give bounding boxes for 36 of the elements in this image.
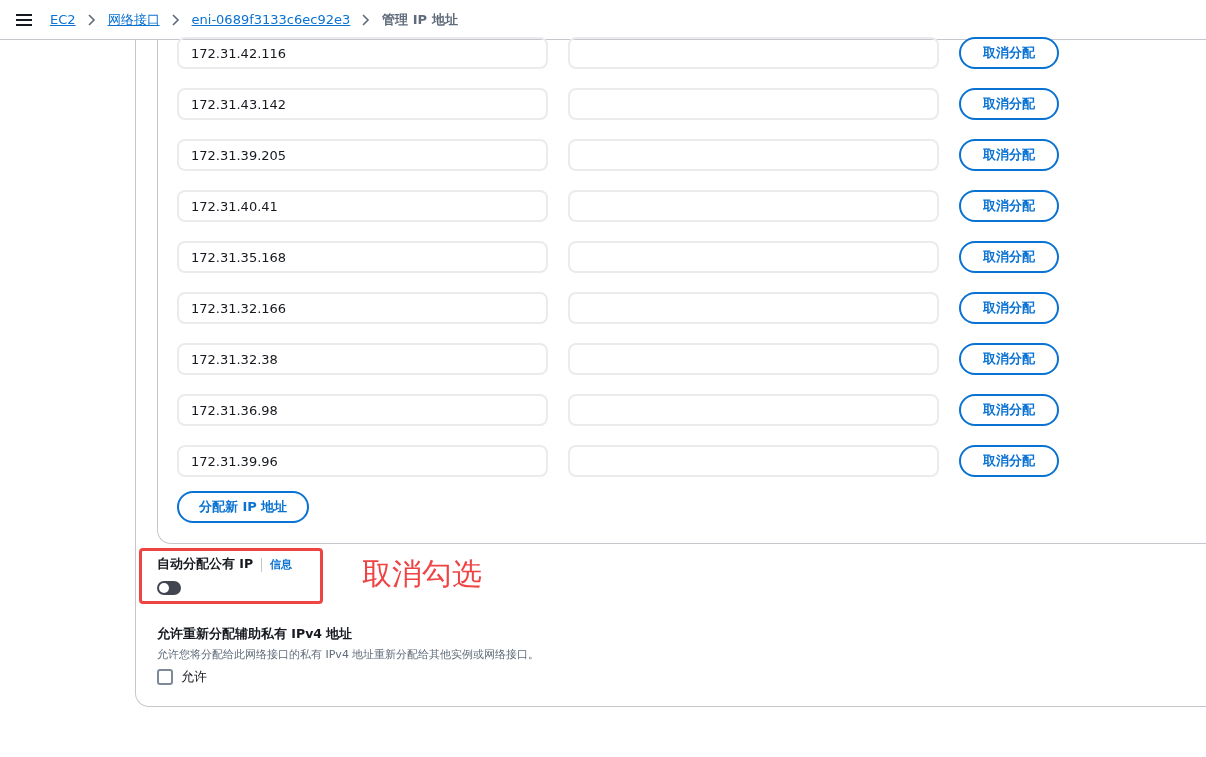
annotation-text: 取消勾选	[362, 555, 482, 593]
unassign-button[interactable]: 取消分配	[959, 139, 1059, 171]
unassign-button[interactable]: 取消分配	[959, 241, 1059, 273]
checkbox-label: 允许	[181, 668, 207, 686]
field-label: 允许重新分配辅助私有 IPv4 地址	[157, 626, 354, 643]
toggle-switch[interactable]	[157, 581, 181, 595]
breadcrumb-link[interactable]: EC2	[50, 12, 76, 27]
chevron-icon	[362, 13, 371, 26]
unassign-button[interactable]: 取消分配	[959, 343, 1059, 375]
ip-address-field[interactable]: 172.31.43.142	[177, 88, 548, 120]
unassign-button[interactable]: 取消分配	[959, 88, 1059, 120]
unassign-button[interactable]: 取消分配	[959, 190, 1059, 222]
ip-address-field[interactable]: 172.31.39.96	[177, 445, 548, 477]
unassign-button[interactable]: 取消分配	[959, 37, 1059, 69]
ip-address-field[interactable]: 172.31.35.168	[177, 241, 548, 273]
field-label: 自动分配公有 IP	[157, 556, 254, 573]
unassign-button[interactable]: 取消分配	[959, 292, 1059, 324]
assign-ip-button[interactable]: 分配新 IP 地址	[177, 491, 310, 523]
unassign-button[interactable]: 取消分配	[959, 445, 1059, 477]
ip-address-field[interactable]: 172.31.42.116	[177, 37, 548, 69]
breadcrumb-link[interactable]: eni-0689f3133c6ec92e3	[191, 12, 351, 27]
checkbox[interactable]	[157, 669, 173, 685]
ip-address-field[interactable]: 172.31.40.41	[177, 190, 548, 222]
ip-address-field[interactable]: 172.31.39.205	[177, 139, 548, 171]
menu-icon[interactable]	[16, 13, 32, 26]
breadcrumb-link[interactable]: 网络接口	[107, 10, 160, 29]
breadcrumb-current: 管理 IP 地址	[382, 10, 458, 29]
input-field[interactable]	[568, 37, 939, 69]
ip-address-field[interactable]: 172.31.32.38	[177, 343, 548, 375]
field-description: 允许您将分配给此网络接口的私有 IPv4 地址重新分配给其他实例或网络接口。	[157, 647, 541, 662]
ip-address-field[interactable]: 172.31.36.98	[177, 394, 548, 426]
chevron-icon	[171, 13, 180, 26]
chevron-icon	[87, 13, 96, 26]
info-link[interactable]: 信息	[270, 557, 293, 572]
ip-address-field[interactable]: 172.31.32.166	[177, 292, 548, 324]
unassign-button[interactable]: 取消分配	[959, 394, 1059, 426]
